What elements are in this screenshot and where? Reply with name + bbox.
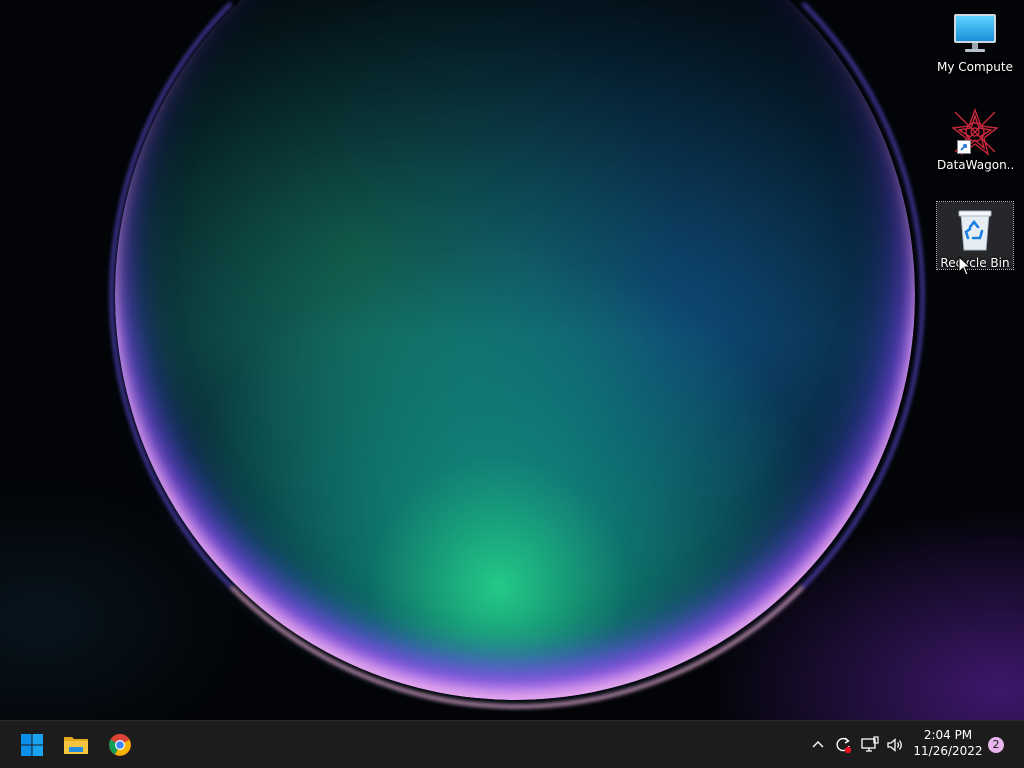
chrome-button[interactable] (100, 725, 140, 765)
desktop-icon-datawagon[interactable]: DataWagon... (937, 104, 1013, 172)
desktop-wallpaper (0, 0, 1024, 720)
file-explorer-button[interactable] (56, 725, 96, 765)
desktop-icon-recycle-bin[interactable]: Recycle Bin (936, 201, 1014, 270)
network-icon (861, 736, 879, 752)
volume-tray-button[interactable] (883, 733, 907, 757)
notification-badge[interactable]: 2 (988, 737, 1004, 753)
shortcut-arrow-icon (957, 140, 971, 154)
clock-time: 2:04 PM (923, 728, 973, 742)
chevron-up-icon (812, 741, 824, 748)
desktop-icon-label: My Computer (937, 60, 1013, 74)
desktop-icon-my-computer[interactable]: My Computer (937, 6, 1013, 74)
show-hidden-icons-button[interactable] (806, 733, 830, 757)
network-tray-button[interactable] (858, 733, 882, 757)
volume-icon (887, 738, 902, 752)
windows-logo-icon (21, 734, 43, 756)
clock-date: 11/26/2022 (913, 744, 983, 758)
sync-tray-button[interactable] (831, 733, 855, 757)
taskbar-clock[interactable]: 2:04 PM 11/26/2022 (912, 727, 984, 763)
datawagon-logo-icon (951, 108, 999, 156)
sync-icon (836, 737, 852, 754)
folder-icon (64, 737, 88, 754)
desktop-icon-label: Recycle Bin (940, 256, 1010, 270)
recycle-bin-icon (951, 206, 999, 254)
taskbar: 2:04 PM 11/26/2022 2 (0, 720, 1024, 768)
start-button[interactable] (12, 725, 52, 765)
chrome-icon (109, 734, 131, 756)
desktop-icon-label: DataWagon... (937, 158, 1013, 172)
monitor-icon (951, 10, 999, 58)
